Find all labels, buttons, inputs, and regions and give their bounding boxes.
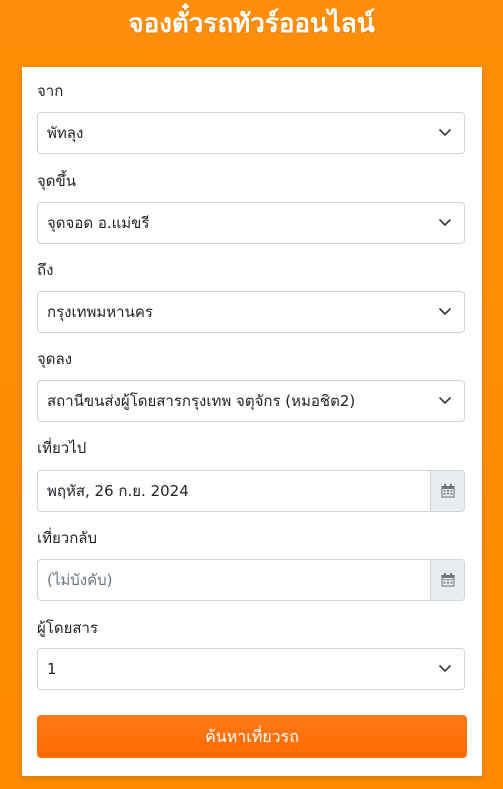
dropoff-label: จุดลง [37, 350, 73, 368]
chevron-down-icon [438, 128, 452, 137]
from-select[interactable]: พัทลุง [37, 112, 465, 154]
passengers-select-value: 1 [47, 660, 57, 678]
pickup-select-value: จุดจอด อ.แม่ขรี [47, 214, 150, 232]
return-date-input[interactable] [38, 560, 432, 600]
chevron-down-icon [438, 396, 452, 405]
from-label: จาก [37, 82, 64, 100]
passengers-select[interactable]: 1 [37, 648, 465, 690]
pickup-label: จุดขึ้น [37, 172, 77, 190]
depart-date-group [37, 470, 465, 512]
from-select-value: พัทลุง [47, 124, 84, 142]
depart-date-input[interactable] [38, 471, 432, 511]
search-trips-button[interactable]: ค้นหาเที่ยวรถ [37, 715, 467, 758]
depart-date-picker-button[interactable] [430, 471, 464, 511]
dropoff-select[interactable]: สถานีขนส่งผู้โดยสารกรุงเทพ จตุจักร (หมอช… [37, 380, 465, 422]
passengers-label: ผู้โดยสาร [37, 619, 99, 637]
depart-date-label: เที่ยวไป [37, 439, 87, 457]
to-select[interactable]: กรุงเทพมหานคร [37, 291, 465, 333]
chevron-down-icon [438, 218, 452, 227]
page-title: จองตั๋วรถทัวร์ออนไลน์ [128, 9, 375, 39]
chevron-down-icon [438, 307, 452, 316]
return-date-group [37, 559, 465, 601]
return-date-label: เที่ยวกลับ [37, 529, 98, 547]
calendar-icon [441, 573, 455, 587]
dropoff-select-value: สถานีขนส่งผู้โดยสารกรุงเทพ จตุจักร (หมอช… [47, 392, 356, 410]
chevron-down-icon [438, 664, 452, 673]
to-select-value: กรุงเทพมหานคร [47, 303, 153, 321]
booking-form-card: จาก พัทลุง จุดขึ้น จุดจอด อ.แม่ขรี ถึง ก… [22, 67, 482, 776]
calendar-icon [441, 484, 455, 498]
pickup-select[interactable]: จุดจอด อ.แม่ขรี [37, 202, 465, 244]
to-label: ถึง [37, 261, 54, 279]
return-date-picker-button[interactable] [430, 560, 464, 600]
